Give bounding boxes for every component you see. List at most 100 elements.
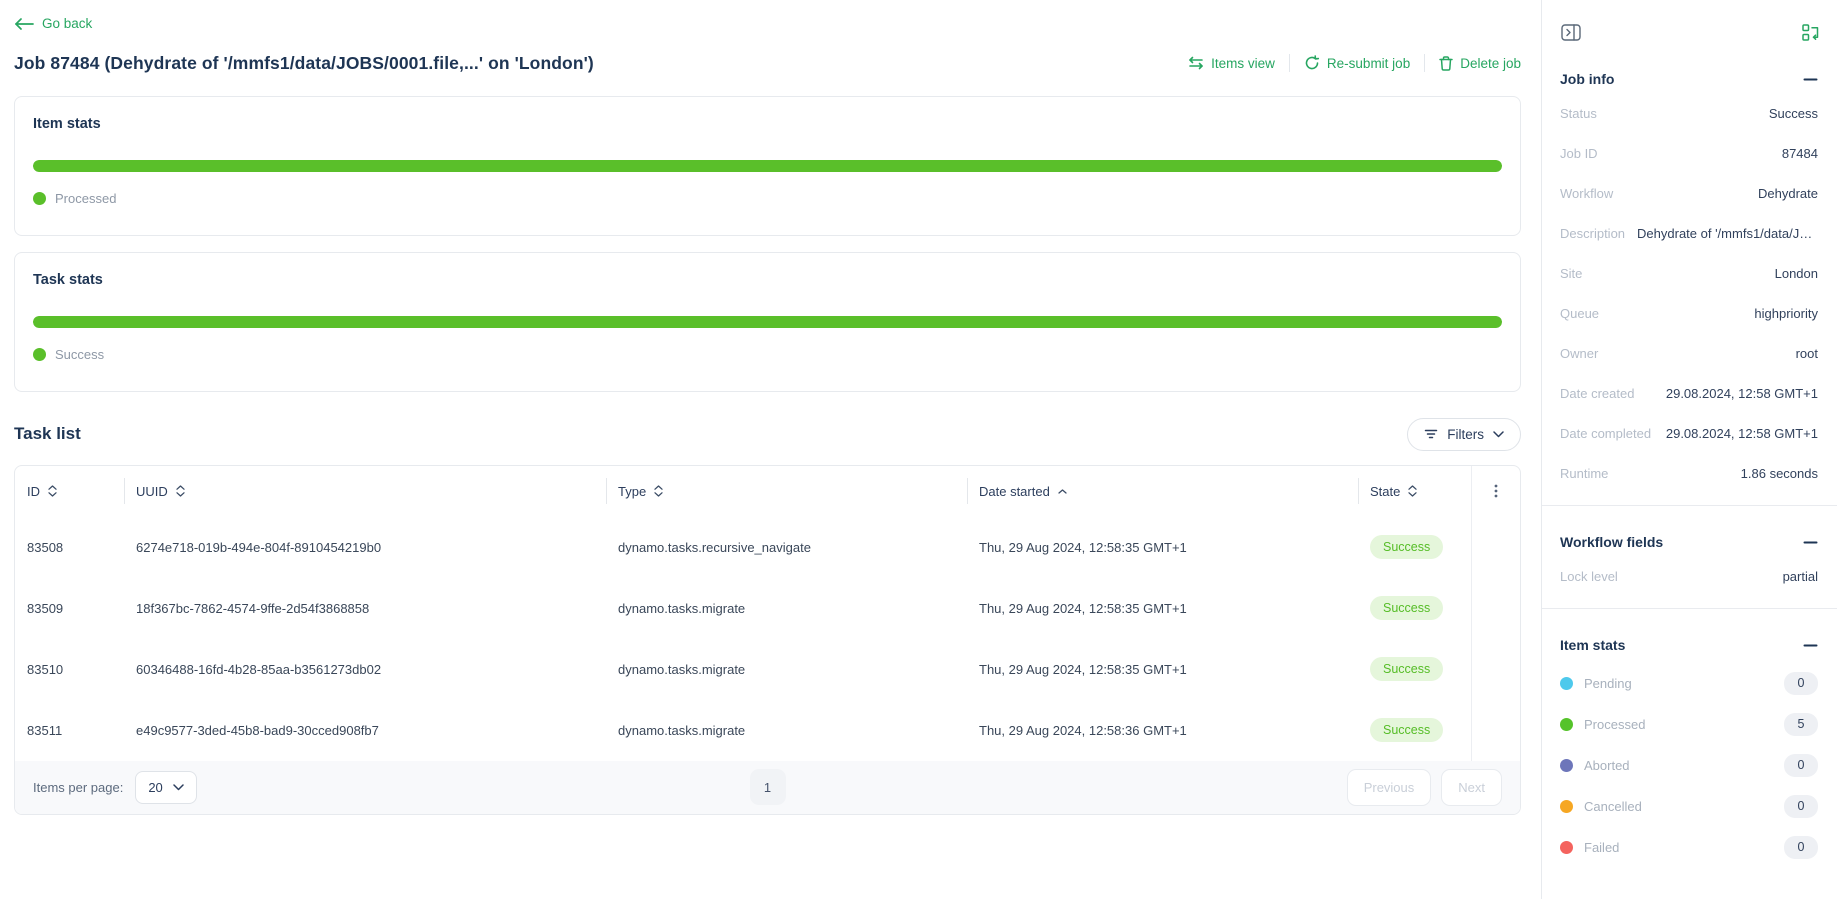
stat-dot-icon [1560, 800, 1573, 813]
field-label: Date completed [1560, 426, 1651, 441]
stat-label: Pending [1584, 676, 1773, 691]
table-row[interactable]: 83508 6274e718-019b-494e-804f-8910454219… [15, 517, 1520, 578]
collapse-workflow-fields-button[interactable] [1803, 538, 1818, 547]
column-header-date-started[interactable]: Date started [967, 466, 1358, 517]
cell-id: 83511 [15, 700, 124, 761]
collapse-job-info-button[interactable] [1803, 75, 1818, 84]
table-row[interactable]: 83509 18f367bc-7862-4574-9ffe-2d54f38688… [15, 578, 1520, 639]
item-stats-list: Pending 0 Processed 5 Aborted 0 [1542, 663, 1837, 868]
stat-row: Failed 0 [1542, 827, 1837, 868]
filters-button[interactable]: Filters [1407, 418, 1521, 451]
cell-id: 83509 [15, 578, 124, 639]
column-header-actions [1471, 466, 1520, 517]
column-header-state[interactable]: State [1358, 466, 1471, 517]
field-label: Description [1560, 226, 1625, 241]
stat-label: Aborted [1584, 758, 1773, 773]
sort-icon [654, 485, 663, 497]
minus-icon [1803, 78, 1818, 81]
cell-type: dynamo.tasks.migrate [606, 700, 967, 761]
swap-arrows-icon [1188, 56, 1204, 70]
previous-page-button[interactable]: Previous [1347, 769, 1432, 806]
delete-job-button[interactable]: Delete job [1425, 56, 1521, 71]
field-value: London [1775, 266, 1818, 281]
stat-label: Cancelled [1584, 799, 1773, 814]
stat-row: Processed 5 [1542, 704, 1837, 745]
sort-icon [176, 485, 185, 497]
task-stats-progress-bar [33, 316, 1502, 328]
minus-icon [1803, 644, 1818, 647]
field-row: Workflow Dehydrate [1542, 173, 1837, 213]
item-stats-progress-bar [33, 160, 1502, 172]
column-header-type[interactable]: Type [606, 466, 967, 517]
field-label: Job ID [1560, 146, 1598, 161]
field-value: 29.08.2024, 12:58 GMT+1 [1666, 426, 1818, 441]
sort-icon [48, 485, 57, 497]
field-label: Lock level [1560, 569, 1618, 584]
cell-uuid: 6274e718-019b-494e-804f-8910454219b0 [124, 517, 606, 578]
stat-count-badge: 0 [1784, 795, 1818, 818]
field-label: Date created [1560, 386, 1634, 401]
column-header-id[interactable]: ID [15, 466, 124, 517]
workflow-icon [1802, 24, 1820, 41]
cell-type: dynamo.tasks.migrate [606, 578, 967, 639]
field-label: Runtime [1560, 466, 1608, 481]
details-sidebar: Job info Status Success Job ID 87484 [1541, 0, 1837, 899]
table-footer: Items per page: 20 1 Previous Next [15, 761, 1520, 814]
field-value: 29.08.2024, 12:58 GMT+1 [1666, 386, 1818, 401]
workflow-fields-list: Lock level partial [1542, 556, 1837, 596]
task-stats-card: Task stats Success [14, 252, 1521, 392]
column-menu-button[interactable] [1488, 478, 1504, 504]
field-label: Status [1560, 106, 1597, 121]
table-row[interactable]: 83510 60346488-16fd-4b28-85aa-b3561273db… [15, 639, 1520, 700]
collapse-panel-button[interactable] [1559, 22, 1583, 43]
field-row: Runtime 1.86 seconds [1542, 453, 1837, 493]
processed-dot-icon [33, 192, 46, 205]
field-value: root [1796, 346, 1818, 361]
divider [1542, 505, 1837, 506]
field-value: Dehydrate of '/mmfs1/data/JO... [1637, 226, 1818, 241]
page-1-button[interactable]: 1 [750, 769, 786, 805]
items-per-page-select[interactable]: 20 [135, 771, 196, 804]
panel-collapse-icon [1561, 24, 1581, 41]
field-row: Queue highpriority [1542, 293, 1837, 333]
table-row[interactable]: 83511 e49c9577-3ded-45b8-bad9-30cced908f… [15, 700, 1520, 761]
cell-date-started: Thu, 29 Aug 2024, 12:58:35 GMT+1 [967, 639, 1358, 700]
go-back-label: Go back [42, 16, 92, 31]
collapse-item-stats-button[interactable] [1803, 641, 1818, 650]
header-actions: Items view Re-submit job [1188, 54, 1521, 72]
filters-label: Filters [1447, 427, 1484, 442]
cell-actions [1471, 517, 1520, 578]
status-badge: Success [1370, 535, 1443, 560]
next-page-button[interactable]: Next [1441, 769, 1502, 806]
sort-icon [1408, 485, 1417, 497]
cell-id: 83508 [15, 517, 124, 578]
cell-state: Success [1358, 700, 1471, 761]
items-per-page-label: Items per page: [33, 780, 123, 795]
cell-date-started: Thu, 29 Aug 2024, 12:58:35 GMT+1 [967, 517, 1358, 578]
items-view-button[interactable]: Items view [1188, 56, 1289, 71]
cell-state: Success [1358, 639, 1471, 700]
go-back-link[interactable]: Go back [14, 16, 92, 31]
table-body: 83508 6274e718-019b-494e-804f-8910454219… [15, 517, 1520, 761]
cell-date-started: Thu, 29 Aug 2024, 12:58:36 GMT+1 [967, 700, 1358, 761]
field-label: Queue [1560, 306, 1599, 321]
stat-dot-icon [1560, 841, 1573, 854]
stat-count-badge: 0 [1784, 754, 1818, 777]
workflow-shortcut-button[interactable] [1800, 22, 1822, 43]
cell-actions [1471, 578, 1520, 639]
field-value: Success [1769, 106, 1818, 121]
item-stats-section-title: Item stats [1560, 637, 1625, 653]
stat-label: Processed [1584, 717, 1773, 732]
main-content: Go back Job 87484 (Dehydrate of '/mmfs1/… [0, 0, 1541, 899]
workflow-fields-section-title: Workflow fields [1560, 534, 1663, 550]
cell-uuid: 18f367bc-7862-4574-9ffe-2d54f3868858 [124, 578, 606, 639]
resubmit-job-button[interactable]: Re-submit job [1290, 55, 1424, 71]
cell-actions [1471, 700, 1520, 761]
field-label: Site [1560, 266, 1582, 281]
stat-dot-icon [1560, 677, 1573, 690]
cell-state: Success [1358, 578, 1471, 639]
cell-uuid: e49c9577-3ded-45b8-bad9-30cced908fb7 [124, 700, 606, 761]
sort-ascending-icon [1058, 489, 1067, 494]
column-header-uuid[interactable]: UUID [124, 466, 606, 517]
status-badge: Success [1370, 596, 1443, 621]
